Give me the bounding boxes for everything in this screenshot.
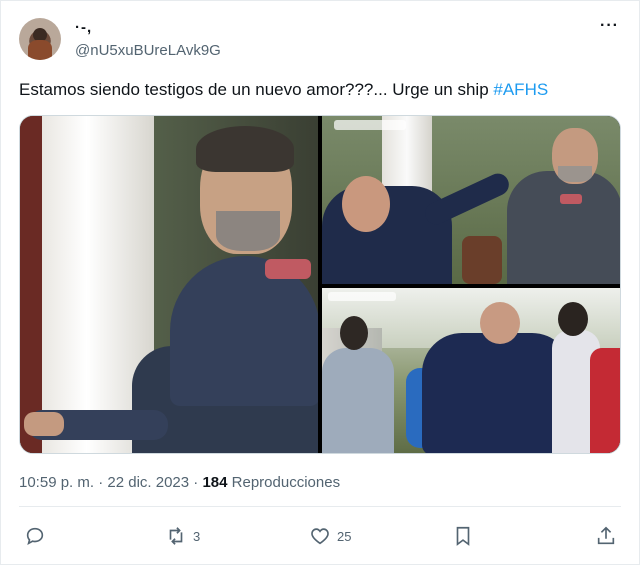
tweet-text: Estamos siendo testigos de un nuevo amor…: [19, 80, 548, 100]
like-button[interactable]: 25: [309, 521, 351, 551]
bookmark-button[interactable]: [452, 521, 474, 551]
share-button[interactable]: [595, 521, 617, 551]
share-icon: [597, 526, 615, 545]
views-label: Reproducciones: [227, 474, 341, 491]
like-count: 25: [337, 528, 352, 544]
tweet-time[interactable]: 10:59 p. m.: [19, 474, 94, 491]
views-count[interactable]: 184: [202, 474, 227, 491]
avatar[interactable]: [19, 18, 61, 60]
user-handle[interactable]: @nU5xuBUreLAvk9G: [75, 42, 221, 59]
action-bar: 3 25: [1, 521, 640, 551]
more-icon[interactable]: ···: [600, 17, 619, 35]
tweet-card[interactable]: ·-, @nU5xuBUreLAvk9G ··· Estamos siendo …: [0, 0, 640, 565]
reply-button[interactable]: [24, 521, 46, 551]
meta-separator: ·: [94, 474, 108, 491]
retweet-count: 3: [193, 528, 201, 544]
media-grid: [19, 115, 621, 454]
heart-icon: [311, 528, 329, 545]
bookmark-icon: [456, 526, 470, 546]
retweet-button[interactable]: 3: [165, 521, 200, 551]
display-name[interactable]: ·-,: [75, 19, 92, 36]
reply-icon: [26, 527, 44, 545]
meta-separator: ·: [189, 474, 203, 491]
media-image-3[interactable]: [322, 288, 620, 453]
media-image-1[interactable]: [20, 116, 318, 453]
tweet-meta: 10:59 p. m. · 22 dic. 2023 · 184 Reprodu…: [19, 474, 340, 491]
media-image-2[interactable]: [322, 116, 620, 284]
divider: [19, 506, 621, 507]
retweet-icon: [169, 527, 183, 545]
hashtag-link[interactable]: #AFHS: [493, 80, 548, 99]
tweet-date[interactable]: 22 dic. 2023: [107, 474, 189, 491]
tweet-body: Estamos siendo testigos de un nuevo amor…: [19, 80, 494, 99]
